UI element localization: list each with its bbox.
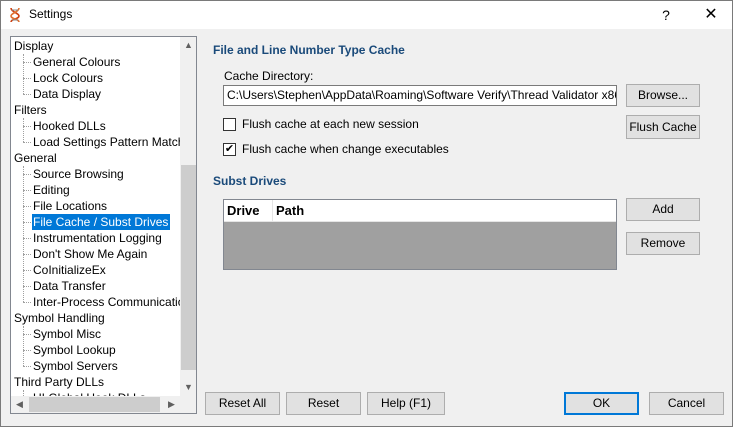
tree-branch-line bbox=[23, 238, 31, 239]
scroll-down-icon[interactable]: ▼ bbox=[180, 379, 196, 396]
tree-connector-line bbox=[23, 166, 24, 302]
tree-branch-line bbox=[23, 94, 31, 95]
tree-vertical-thumb[interactable] bbox=[181, 165, 196, 370]
tree-branch-line bbox=[23, 366, 31, 367]
tree-branch-line bbox=[23, 270, 31, 271]
tree-horizontal-thumb[interactable] bbox=[29, 397, 160, 412]
tree-category[interactable]: Filters bbox=[11, 102, 47, 118]
flush-session-checkbox-row[interactable]: Flush cache at each new session bbox=[223, 117, 583, 133]
flush-exec-checkbox-row[interactable]: ✔ Flush cache when change executables bbox=[223, 142, 583, 158]
tree-content: Display General Colours Lock Colours Data D… bbox=[11, 37, 180, 396]
flush-exec-label: Flush cache when change executables bbox=[242, 142, 449, 156]
tree-category[interactable]: Symbol Handling bbox=[11, 310, 105, 326]
tree-item[interactable]: Inter-Process Communication bbox=[32, 294, 180, 310]
tree-connector-line bbox=[23, 326, 24, 366]
scroll-right-icon[interactable]: ▶ bbox=[163, 396, 180, 413]
tree-branch-line bbox=[23, 174, 31, 175]
tree-category[interactable]: Display bbox=[11, 38, 53, 54]
reset-all-button[interactable]: Reset All bbox=[205, 392, 280, 415]
tree-branch-line bbox=[23, 62, 31, 63]
tree-item[interactable]: Symbol Lookup bbox=[32, 342, 118, 358]
scroll-left-icon[interactable]: ◀ bbox=[11, 396, 28, 413]
tree-connector-line bbox=[23, 118, 24, 142]
column-header-drive[interactable]: Drive bbox=[224, 200, 273, 222]
tree-item[interactable]: Lock Colours bbox=[32, 70, 105, 86]
close-icon[interactable]: ✕ bbox=[689, 1, 733, 29]
scroll-corner bbox=[180, 396, 196, 413]
settings-dialog: Settings ? ✕ Display General Colours Lock … bbox=[0, 0, 733, 427]
tree-branch-line bbox=[23, 222, 31, 223]
tree-item[interactable]: Load Settings Pattern Match bbox=[32, 134, 180, 150]
tree-item[interactable]: Instrumentation Logging bbox=[32, 230, 164, 246]
tree-item[interactable]: Editing bbox=[32, 182, 72, 198]
help-icon[interactable]: ? bbox=[644, 1, 688, 29]
ok-button[interactable]: OK bbox=[564, 392, 639, 415]
cache-directory-label: Cache Directory: bbox=[224, 69, 314, 83]
tree-item[interactable]: Data Display bbox=[32, 86, 103, 102]
scroll-up-icon[interactable]: ▲ bbox=[180, 37, 196, 54]
cancel-button[interactable]: Cancel bbox=[649, 392, 724, 415]
tree-item[interactable]: File Locations bbox=[32, 198, 109, 214]
tree-branch-line bbox=[23, 206, 31, 207]
flush-cache-button[interactable]: Flush Cache bbox=[626, 115, 700, 139]
tree-item[interactable]: File Cache / Subst Drives bbox=[32, 214, 171, 230]
tree-vertical-scrollbar[interactable]: ▲ ▼ bbox=[180, 37, 196, 396]
tree-category[interactable]: General bbox=[11, 150, 57, 166]
remove-subst-button[interactable]: Remove bbox=[626, 232, 700, 255]
app-dna-icon bbox=[10, 7, 20, 23]
help-button[interactable]: Help (F1) bbox=[367, 392, 445, 415]
column-header-path[interactable]: Path bbox=[273, 200, 616, 222]
tree-branch-line bbox=[23, 286, 31, 287]
subst-drives-list[interactable]: Drive Path bbox=[223, 199, 617, 270]
flush-exec-checkbox[interactable]: ✔ bbox=[223, 143, 236, 156]
tree-branch-line bbox=[23, 254, 31, 255]
flush-session-label: Flush cache at each new session bbox=[242, 117, 419, 131]
subst-section-title: Subst Drives bbox=[213, 174, 287, 188]
tree-branch-line bbox=[23, 126, 31, 127]
tree-item[interactable]: Hooked DLLs bbox=[32, 118, 108, 134]
cache-section-title: File and Line Number Type Cache bbox=[213, 43, 405, 57]
add-subst-button[interactable]: Add bbox=[626, 198, 700, 221]
tree-item[interactable]: Symbol Servers bbox=[32, 358, 120, 374]
cache-directory-input[interactable]: C:\Users\Stephen\AppData\Roaming\Softwar… bbox=[223, 85, 617, 106]
tree-connector-line bbox=[23, 54, 24, 94]
tree-branch-line bbox=[23, 142, 31, 143]
flush-session-checkbox[interactable] bbox=[223, 118, 236, 131]
window-title: Settings bbox=[29, 7, 73, 21]
tree-branch-line bbox=[23, 334, 31, 335]
reset-button[interactable]: Reset bbox=[286, 392, 361, 415]
tree-item[interactable]: Don't Show Me Again bbox=[32, 246, 149, 262]
tree-branch-line bbox=[23, 302, 31, 303]
tree-branch-line bbox=[23, 190, 31, 191]
tree-branch-line bbox=[23, 350, 31, 351]
tree-category[interactable]: Third Party DLLs bbox=[11, 374, 104, 390]
title-bar[interactable]: Settings ? ✕ bbox=[1, 1, 732, 29]
browse-button[interactable]: Browse... bbox=[626, 84, 700, 107]
tree-branch-line bbox=[23, 78, 31, 79]
settings-tree[interactable]: Display General Colours Lock Colours Data D… bbox=[10, 36, 197, 414]
tree-item[interactable]: Data Transfer bbox=[32, 278, 108, 294]
tree-item[interactable]: CoInitializeEx bbox=[32, 262, 108, 278]
tree-item[interactable]: General Colours bbox=[32, 54, 122, 70]
subst-list-header: Drive Path bbox=[224, 200, 616, 222]
tree-item[interactable]: Symbol Misc bbox=[32, 326, 103, 342]
tree-item[interactable]: Source Browsing bbox=[32, 166, 126, 182]
tree-horizontal-scrollbar[interactable]: ◀ ▶ bbox=[11, 396, 180, 413]
